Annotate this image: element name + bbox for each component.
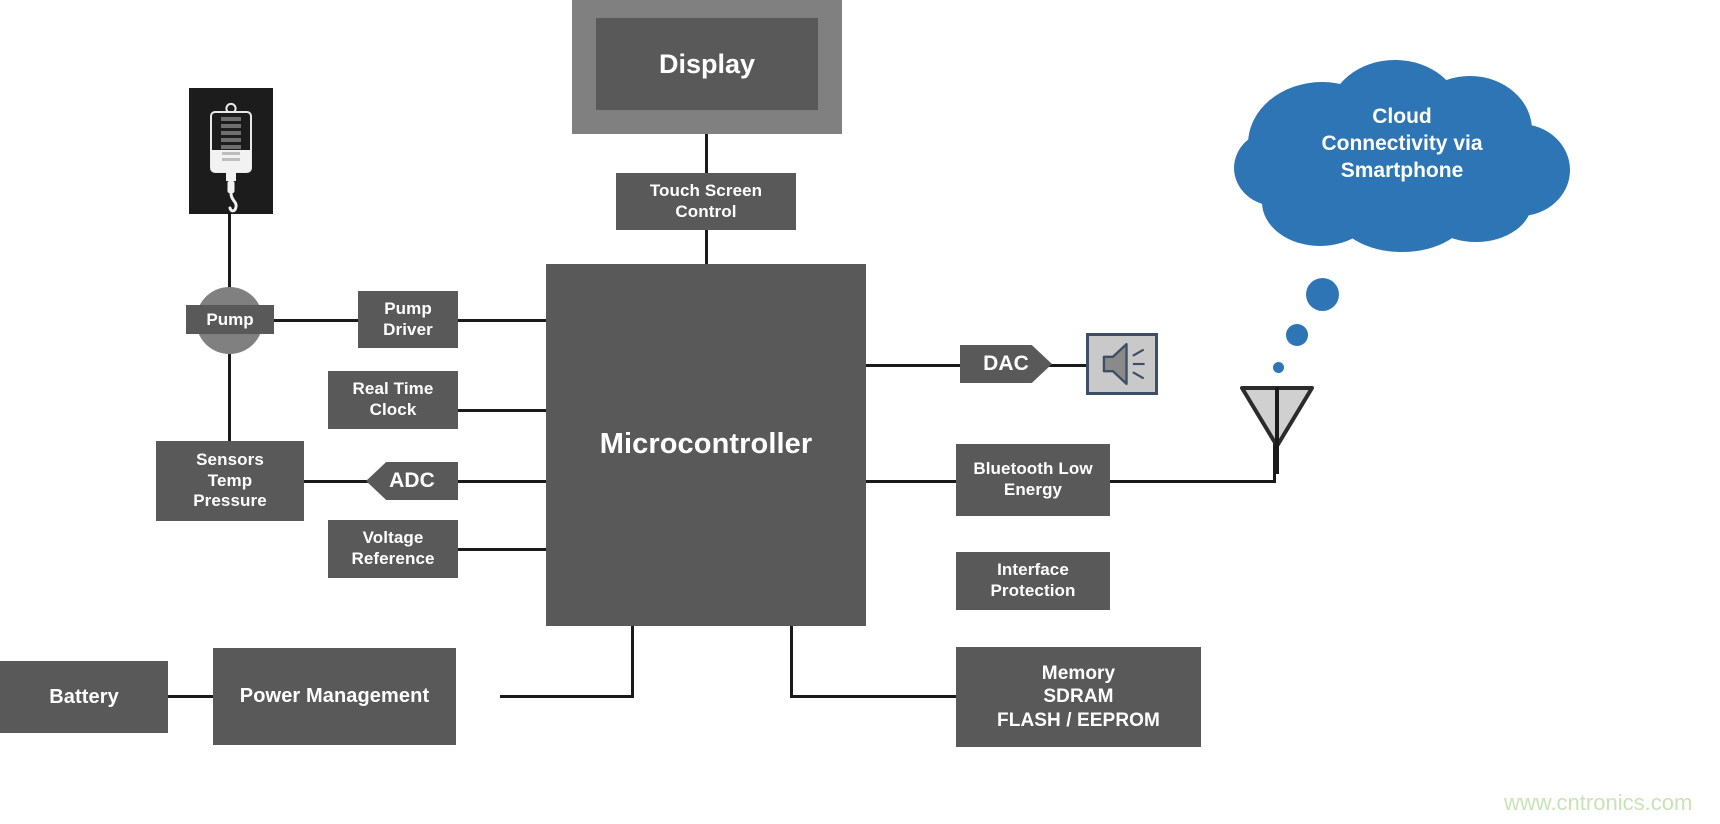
microcontroller-block[interactable]: Microcontroller xyxy=(546,264,866,626)
speaker-icon xyxy=(1086,333,1158,395)
watermark: www.cntronics.com xyxy=(1504,790,1693,815)
battery-label: Battery xyxy=(49,685,119,708)
memory-block[interactable]: Memory SDRAM FLASH / EEPROM xyxy=(956,647,1201,747)
bluetooth-low-energy-block[interactable]: Bluetooth Low Energy xyxy=(956,444,1110,516)
real-time-clock-line-1: Real Time xyxy=(352,379,434,399)
adc-label: ADC xyxy=(389,469,435,493)
touch-screen-control-block[interactable]: Touch Screen Control xyxy=(616,173,796,230)
connector-mcu-ble xyxy=(862,480,958,483)
connector-pumpdriver-mcu xyxy=(450,319,558,322)
memory-line-3: FLASH / EEPROM xyxy=(997,709,1160,731)
connector-display-touch xyxy=(705,133,708,173)
power-management-label: Power Management xyxy=(239,685,430,708)
dac-block[interactable]: DAC xyxy=(960,345,1052,383)
voltage-reference-block[interactable]: Voltage Reference xyxy=(328,520,458,578)
connector-vref-mcu xyxy=(450,548,558,551)
sensors-line-2: Temp xyxy=(207,470,253,490)
interface-protection-line-2: Protection xyxy=(990,581,1076,600)
connector-ble-antenna xyxy=(1108,480,1276,483)
pump-label: Pump xyxy=(206,309,254,329)
sensors-block[interactable]: Sensors Temp Pressure xyxy=(156,441,304,521)
memory-line-2: SDRAM xyxy=(1043,686,1114,708)
pump-driver-block[interactable]: Pump Driver xyxy=(358,291,458,348)
connector-rtc-mcu xyxy=(450,409,558,412)
microcontroller-label: Microcontroller xyxy=(599,428,813,461)
connector-sensors-adc xyxy=(294,480,374,483)
signal-dot-large xyxy=(1306,278,1339,311)
block-diagram-canvas: Display Touch Screen Control Microcontro… xyxy=(0,0,1720,824)
display-block[interactable]: Display xyxy=(596,18,818,110)
power-management-block[interactable]: Power Management xyxy=(213,648,456,745)
signal-dot-medium xyxy=(1286,324,1308,346)
connector-mcu-memory-vertical xyxy=(790,625,793,697)
pump-block[interactable]: Pump xyxy=(186,305,274,334)
adc-block[interactable]: ADC xyxy=(366,462,458,500)
voltage-reference-line-2: Reference xyxy=(351,549,435,568)
iv-bag-icon xyxy=(189,88,273,214)
interface-protection-block[interactable]: Interface Protection xyxy=(956,552,1110,610)
pump-driver-line-1: Pump xyxy=(384,298,432,318)
display-label: Display xyxy=(658,48,756,79)
connector-pump-pumpdriver xyxy=(258,319,370,322)
ble-line-1: Bluetooth Low xyxy=(973,459,1093,479)
antenna-icon xyxy=(1238,380,1316,475)
connector-mcu-dac xyxy=(862,364,966,367)
real-time-clock-line-2: Clock xyxy=(369,400,417,419)
sensors-line-3: Pressure xyxy=(193,491,267,511)
pump-driver-line-2: Driver xyxy=(383,319,433,339)
signal-dot-small xyxy=(1273,362,1284,373)
battery-block[interactable]: Battery xyxy=(0,661,168,733)
connector-mcu-power-horizontal xyxy=(500,695,634,698)
touch-screen-control-line-1: Touch Screen xyxy=(649,180,763,200)
cloud-shape[interactable] xyxy=(1232,52,1572,252)
dac-label: DAC xyxy=(983,352,1029,376)
sensors-line-1: Sensors xyxy=(196,449,264,469)
real-time-clock-block[interactable]: Real Time Clock xyxy=(328,371,458,429)
memory-line-1: Memory xyxy=(1041,663,1116,685)
interface-protection-line-1: Interface xyxy=(997,560,1069,580)
connector-adc-mcu xyxy=(450,480,558,483)
voltage-reference-line-1: Voltage xyxy=(362,528,424,548)
connector-touch-mcu xyxy=(705,230,708,264)
ble-line-2: Energy xyxy=(1003,480,1063,499)
connector-mcu-power-vertical xyxy=(631,625,634,697)
touch-screen-control-line-2: Control xyxy=(675,201,737,221)
connector-mcu-memory-horizontal xyxy=(790,695,960,698)
